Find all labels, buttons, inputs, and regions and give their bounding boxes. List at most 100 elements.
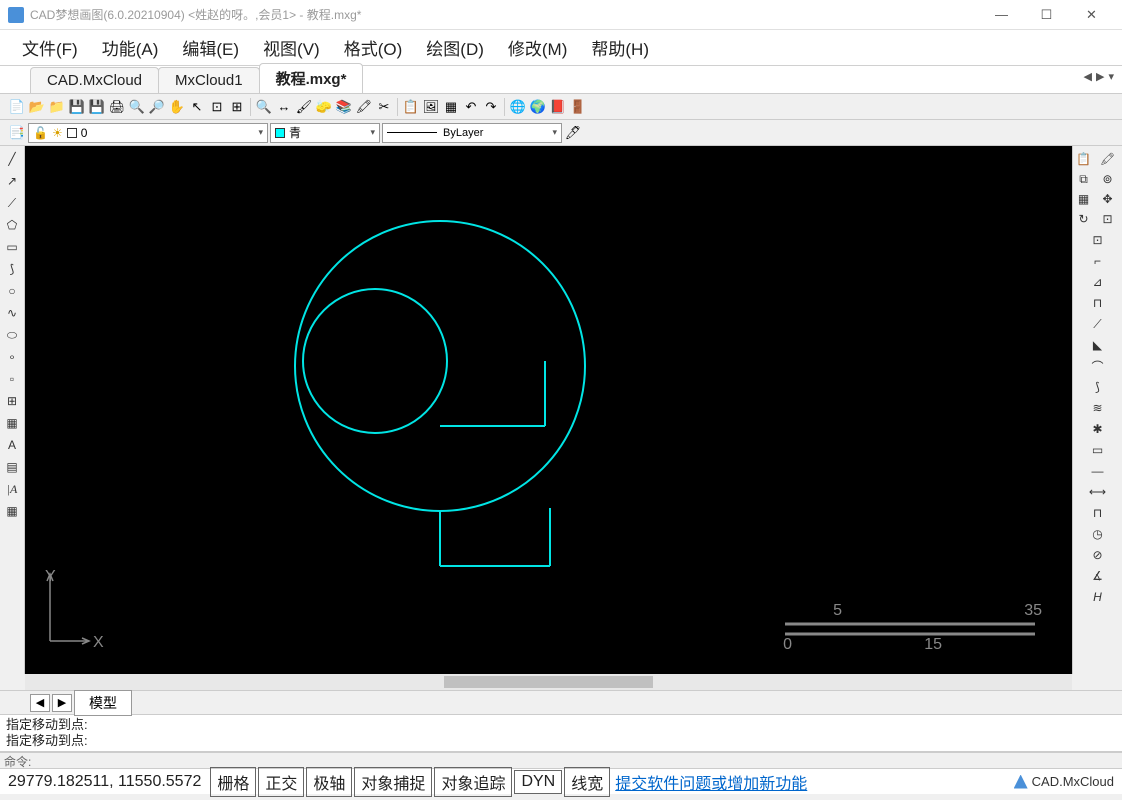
circle-icon[interactable]: ○ — [3, 282, 21, 300]
layer-dropdown[interactable]: 🔓☀ 0 ▾ — [28, 123, 268, 143]
open2-icon[interactable]: 📁 — [48, 98, 66, 116]
cursor-icon[interactable]: ↖ — [188, 98, 206, 116]
dyn-toggle[interactable]: DYN — [514, 770, 562, 794]
command-input[interactable]: 命令: — [0, 752, 1122, 768]
saveas-icon[interactable]: 💾 — [88, 98, 106, 116]
fillet-icon[interactable]: ⟋ — [1089, 315, 1107, 333]
menu-edit[interactable]: 编辑(E) — [170, 29, 251, 66]
tab-next-button[interactable]: ▶ — [52, 694, 72, 712]
pdf-icon[interactable]: 📕 — [549, 98, 567, 116]
menu-draw[interactable]: 绘图(D) — [414, 29, 496, 66]
arc2-icon[interactable]: ⌒ — [1089, 357, 1107, 375]
zoom-in-icon[interactable]: 🔍 — [128, 98, 146, 116]
menu-help[interactable]: 帮助(H) — [579, 29, 661, 66]
open-icon[interactable]: 📂 — [28, 98, 46, 116]
spline-icon[interactable]: ∿ — [3, 304, 21, 322]
drawing-canvas[interactable]: 5 35 0 15 Y X — [25, 146, 1072, 674]
globe-icon[interactable]: 🌐 — [509, 98, 527, 116]
menu-func[interactable]: 功能(A) — [90, 29, 171, 66]
save-icon[interactable]: 💾 — [68, 98, 86, 116]
mirror-icon[interactable]: ⧉ — [1075, 170, 1093, 188]
point-icon[interactable]: ∘ — [3, 348, 21, 366]
dim3-icon[interactable]: ◷ — [1089, 525, 1107, 543]
ellipse-icon[interactable]: ⬭ — [3, 326, 21, 344]
layers-icon[interactable]: 📚 — [335, 98, 353, 116]
tab-scroll[interactable]: ◀▶▾ — [1084, 70, 1114, 83]
new-icon[interactable]: 📄 — [8, 98, 26, 116]
otrack-toggle[interactable]: 对象追踪 — [434, 767, 512, 797]
brush2-icon[interactable]: 🖊 — [564, 124, 582, 142]
menu-view[interactable]: 视图(V) — [251, 29, 332, 66]
tab-3-active[interactable]: 教程.mxg* — [259, 63, 364, 93]
explode-icon[interactable]: ≋ — [1089, 399, 1107, 417]
model-tab[interactable]: 模型 — [74, 690, 132, 716]
dim1-icon[interactable]: ⟷ — [1089, 483, 1107, 501]
table2-icon[interactable]: ▦ — [3, 502, 21, 520]
align-icon[interactable]: ▭ — [1089, 441, 1107, 459]
break-icon[interactable]: ⊓ — [1089, 294, 1107, 312]
hatch-icon[interactable]: ▦ — [3, 414, 21, 432]
color-dropdown[interactable]: 青 ▾ — [270, 123, 380, 143]
ortho-toggle[interactable]: 正交 — [258, 767, 304, 797]
maximize-button[interactable]: ☐ — [1024, 0, 1069, 30]
zoom-prev-icon[interactable]: 🔍 — [255, 98, 273, 116]
zoom-out-icon[interactable]: 🔎 — [148, 98, 166, 116]
layer-manager-icon[interactable]: 📑 — [8, 124, 26, 142]
zoom-window-icon[interactable]: ⊡ — [208, 98, 226, 116]
zoom-ext-icon[interactable]: ⊞ — [228, 98, 246, 116]
polar-toggle[interactable]: 极轴 — [306, 767, 352, 797]
pline-icon[interactable]: ⟋ — [3, 194, 21, 212]
xline-icon[interactable]: ↗ — [3, 172, 21, 190]
scale-icon[interactable]: ⊡ — [1099, 210, 1117, 228]
rotate-icon[interactable]: ↻ — [1075, 210, 1093, 228]
dtext-icon[interactable]: |A — [3, 480, 21, 498]
print-icon[interactable]: 🖨 — [108, 98, 126, 116]
dim-icon[interactable]: ↔ — [275, 98, 293, 116]
dim4-icon[interactable]: ⊘ — [1089, 546, 1107, 564]
erase-icon[interactable]: 🖍 — [1099, 150, 1117, 168]
redo-icon[interactable]: ↷ — [482, 98, 500, 116]
insert-icon[interactable]: ⊞ — [3, 392, 21, 410]
join-icon[interactable]: ⟆ — [1089, 378, 1107, 396]
cut-icon[interactable]: ✂ — [375, 98, 393, 116]
array-icon[interactable]: ▦ — [1075, 190, 1093, 208]
feedback-link[interactable]: 提交软件问题或增加新功能 — [611, 770, 811, 794]
menu-modify[interactable]: 修改(M) — [496, 29, 579, 66]
block-icon[interactable]: ▫ — [3, 370, 21, 388]
close-button[interactable]: ✕ — [1069, 0, 1114, 30]
div1-icon[interactable]: — — [1089, 462, 1107, 480]
osnap-toggle[interactable]: 对象捕捉 — [354, 767, 432, 797]
paint-icon[interactable]: 🖌 — [295, 98, 313, 116]
rect-icon[interactable]: ▭ — [3, 238, 21, 256]
net-icon[interactable]: 🌍 — [529, 98, 547, 116]
dim5-icon[interactable]: ∡ — [1089, 567, 1107, 585]
pan-icon[interactable]: ✋ — [168, 98, 186, 116]
img-icon[interactable]: 🖼 — [422, 98, 440, 116]
dim2-icon[interactable]: ⊓ — [1089, 504, 1107, 522]
mtext-icon[interactable]: ▤ — [3, 458, 21, 476]
minimize-button[interactable]: — — [979, 0, 1024, 30]
eraser-icon[interactable]: 🧽 — [315, 98, 333, 116]
grid-toggle[interactable]: 栅格 — [210, 767, 256, 797]
copy-icon[interactable]: 📋 — [1075, 150, 1093, 168]
h-scrollbar[interactable] — [25, 674, 1072, 690]
tab-2[interactable]: MxCloud1 — [158, 67, 260, 93]
polygon-icon[interactable]: ⬠ — [3, 216, 21, 234]
pedit-icon[interactable]: ✱ — [1089, 420, 1107, 438]
tab-1[interactable]: CAD.MxCloud — [30, 67, 159, 93]
menu-file[interactable]: 文件(F) — [10, 29, 90, 66]
exit-icon[interactable]: 🚪 — [569, 98, 587, 116]
menu-format[interactable]: 格式(O) — [332, 29, 415, 66]
obj-icon[interactable]: 📋 — [402, 98, 420, 116]
brush-icon[interactable]: 🖍 — [355, 98, 373, 116]
chamfer-icon[interactable]: ◣ — [1089, 336, 1107, 354]
trim-icon[interactable]: ⌐ — [1089, 252, 1107, 270]
line-icon[interactable]: ╱ — [3, 150, 21, 168]
stretch-icon[interactable]: ⊡ — [1089, 231, 1107, 249]
lw-toggle[interactable]: 线宽 — [564, 767, 610, 797]
offset-icon[interactable]: ⊚ — [1099, 170, 1117, 188]
move-icon[interactable]: ✥ — [1099, 190, 1117, 208]
undo-icon[interactable]: ↶ — [462, 98, 480, 116]
dim6-icon[interactable]: H — [1089, 588, 1107, 606]
tab-prev-button[interactable]: ◀ — [30, 694, 50, 712]
